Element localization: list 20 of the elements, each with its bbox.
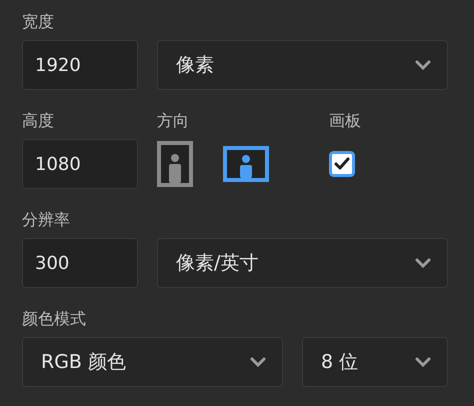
chevron-down-icon [415,60,431,70]
chevron-down-icon [250,357,266,367]
input-field[interactable]: 1920 [22,40,138,90]
chevron-down-icon [415,258,431,268]
field-label: 分辨率 [22,210,70,230]
portrait-orientation-icon[interactable] [157,141,193,187]
input-field[interactable]: 1080 [22,139,138,189]
input-field[interactable]: 300 [22,238,138,288]
field-label: 高度 [22,111,54,131]
dropdown[interactable]: 8 位 [302,337,448,387]
field-label: 方向 [157,111,189,131]
field-label: 颜色模式 [22,309,86,329]
dropdown[interactable]: 像素/英寸 [157,238,448,288]
chevron-down-icon [415,357,431,367]
field-label: 画板 [329,111,361,131]
dropdown[interactable]: RGB 颜色 [22,337,283,387]
dropdown[interactable]: 像素 [157,40,448,90]
landscape-orientation-icon[interactable] [223,146,269,182]
field-label: 宽度 [22,12,54,32]
checkbox[interactable] [329,151,355,177]
